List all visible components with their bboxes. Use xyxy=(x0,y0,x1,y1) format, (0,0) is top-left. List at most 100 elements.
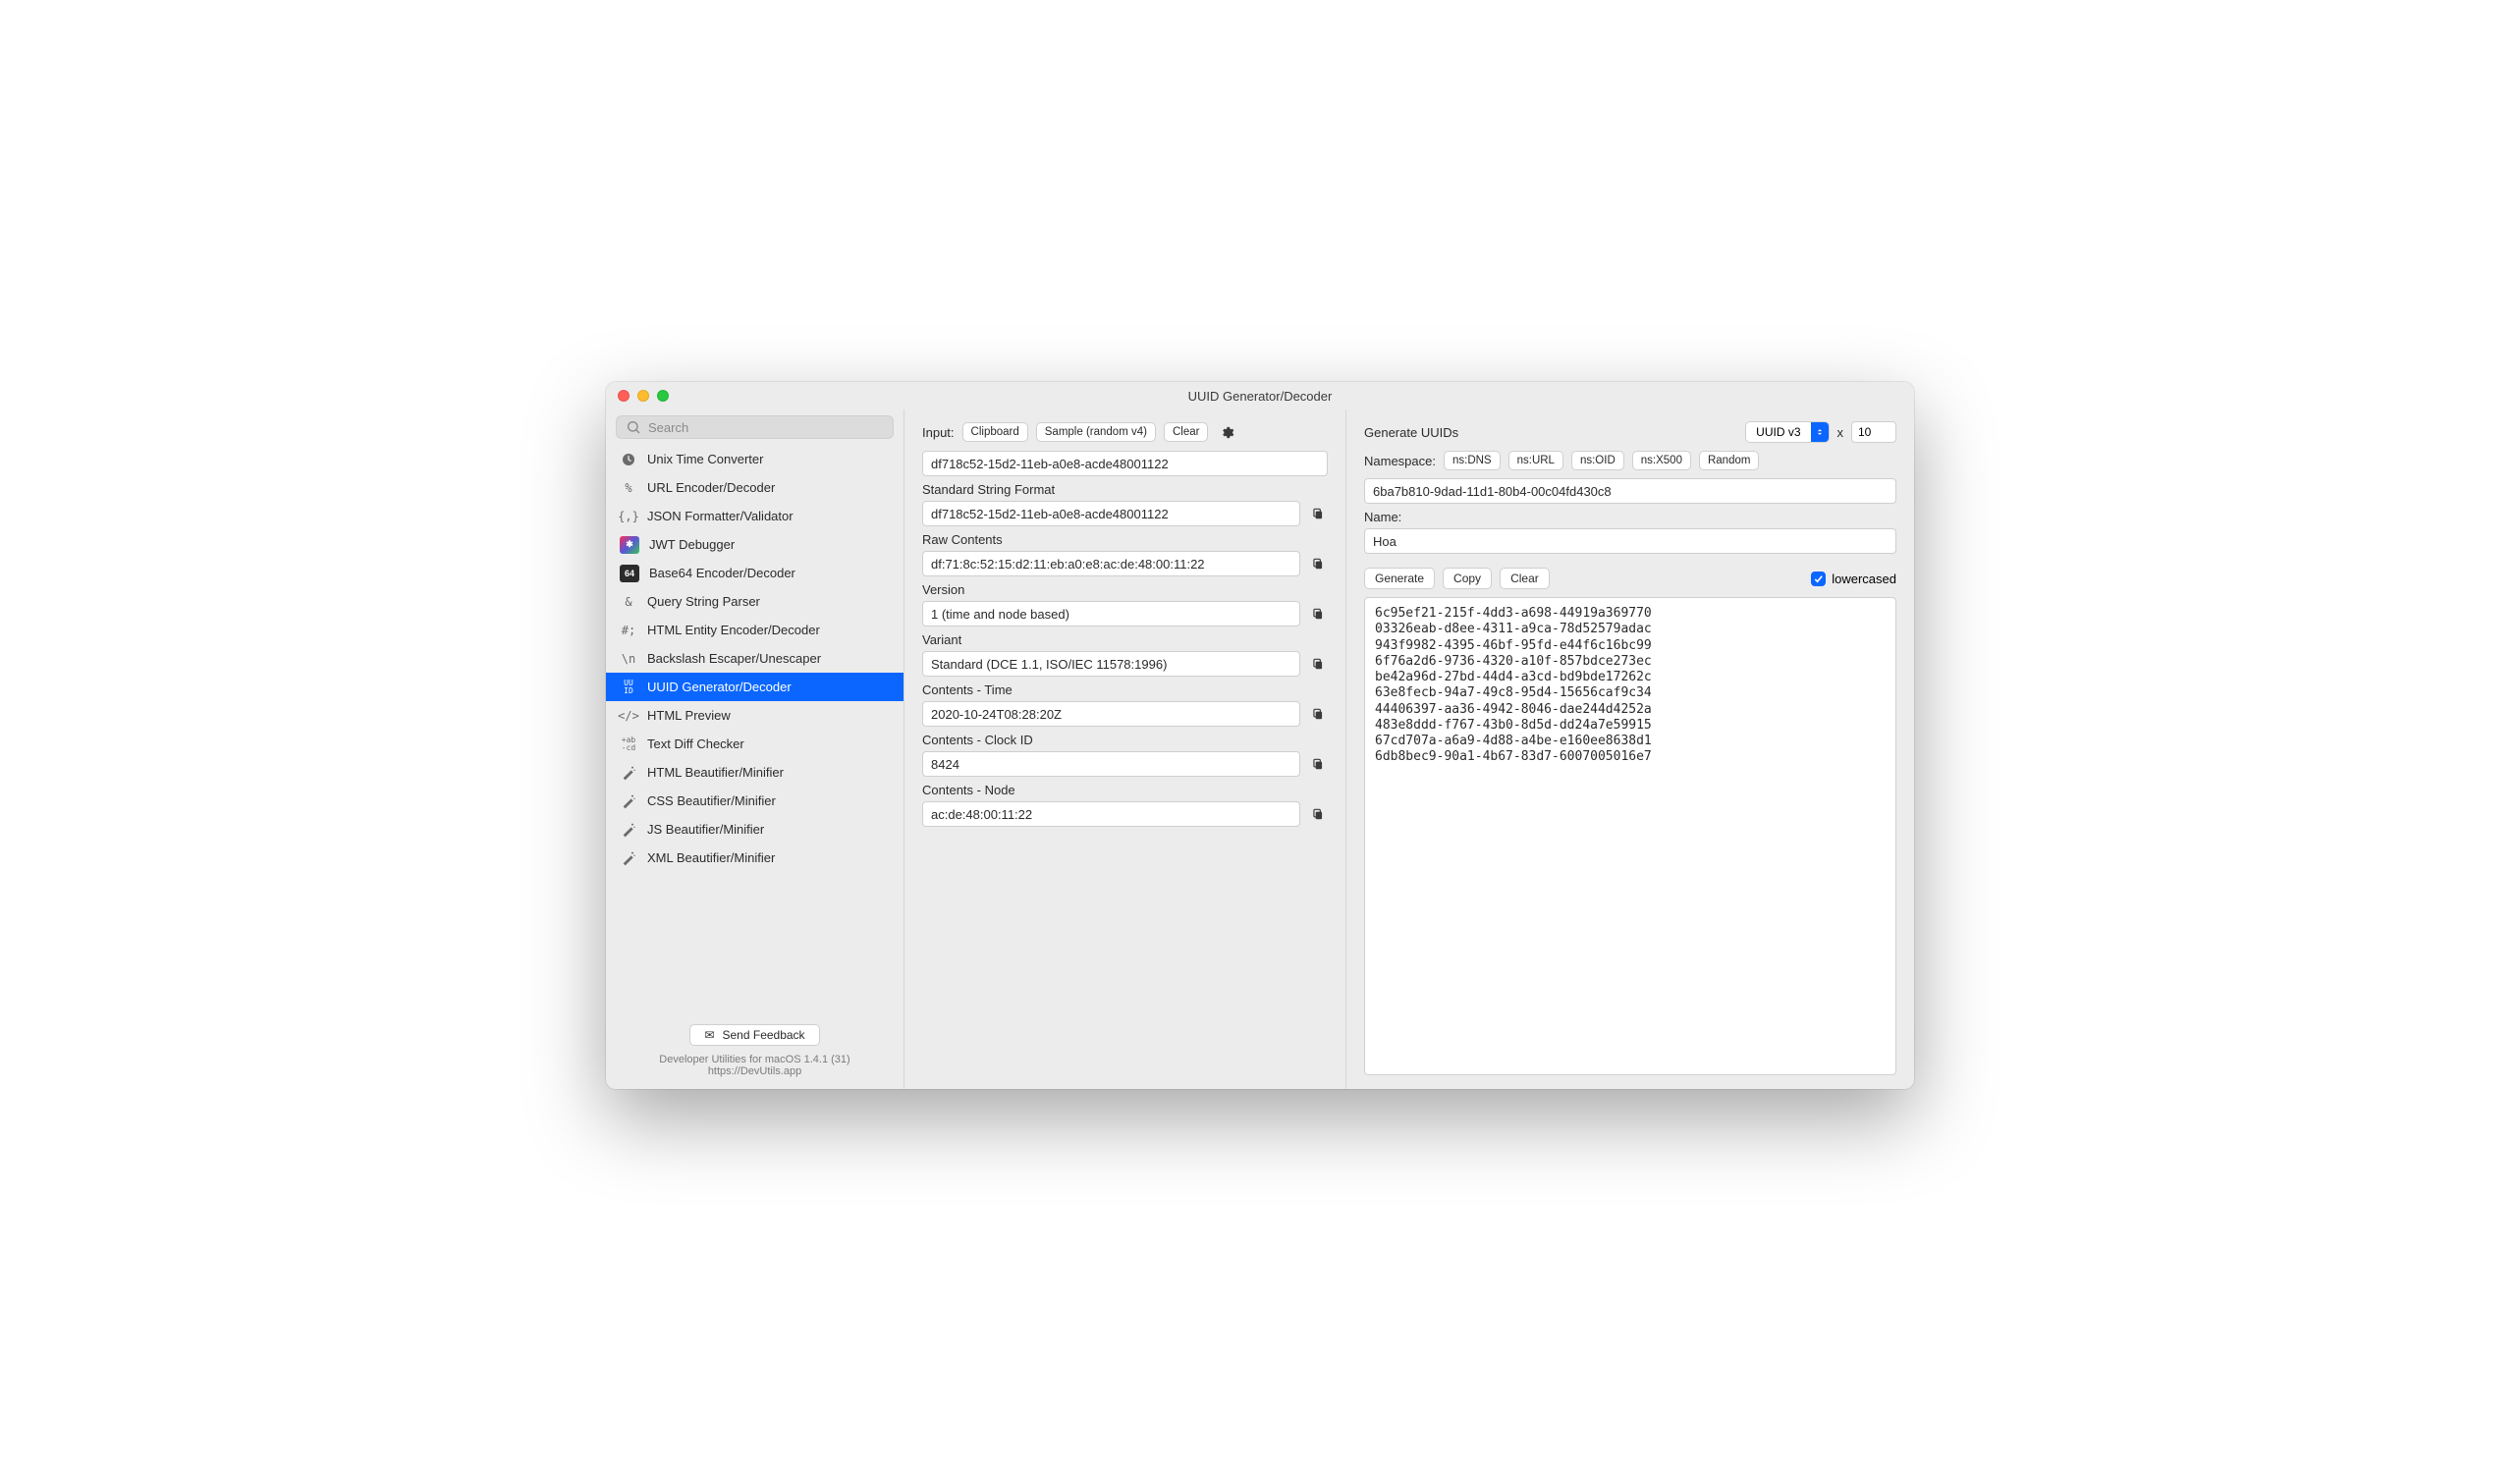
ns-oid-button[interactable]: ns:OID xyxy=(1571,451,1624,470)
close-window-button[interactable] xyxy=(618,390,630,402)
sidebar-item-unix-time[interactable]: Unix Time Converter xyxy=(606,445,904,473)
copy-icon[interactable] xyxy=(1308,553,1328,574)
send-feedback-label: Send Feedback xyxy=(723,1028,805,1042)
sidebar-item-url-encoder[interactable]: % URL Encoder/Decoder xyxy=(606,473,904,502)
sidebar-item-css-beautifier[interactable]: CSS Beautifier/Minifier xyxy=(606,787,904,815)
sidebar-item-label: JWT Debugger xyxy=(649,537,735,552)
sidebar-item-backslash[interactable]: \n Backslash Escaper/Unescaper xyxy=(606,644,904,673)
copy-icon[interactable] xyxy=(1308,603,1328,625)
decoder-field-label: Contents - Clock ID xyxy=(922,733,1328,747)
clock-icon xyxy=(620,451,637,468)
decoder-field-row xyxy=(922,701,1328,727)
decoder-field-value[interactable] xyxy=(922,751,1300,777)
decoder-field-label: Standard String Format xyxy=(922,482,1328,497)
sample-button[interactable]: Sample (random v4) xyxy=(1036,422,1156,442)
main-content: Input: Clipboard Sample (random v4) Clea… xyxy=(904,409,1914,1089)
sidebar-item-label: UUID Generator/Decoder xyxy=(647,680,792,694)
ns-url-button[interactable]: ns:URL xyxy=(1508,451,1563,470)
sidebar-footer: ✉ Send Feedback Developer Utilities for … xyxy=(606,1014,904,1089)
wand-icon xyxy=(620,821,637,839)
generator-pane: Generate UUIDs UUID v3 x Namespace: ns:D… xyxy=(1346,409,1914,1089)
count-field[interactable] xyxy=(1851,421,1896,443)
sidebar-item-base64[interactable]: 64 Base64 Encoder/Decoder xyxy=(606,559,904,587)
minimize-window-button[interactable] xyxy=(637,390,649,402)
input-field[interactable] xyxy=(922,451,1328,476)
mail-icon: ✉ xyxy=(704,1028,714,1042)
decoder-field-value[interactable] xyxy=(922,801,1300,827)
copy-icon[interactable] xyxy=(1308,653,1328,675)
name-field[interactable] xyxy=(1364,528,1896,554)
angle-brackets-icon: </> xyxy=(620,707,637,725)
decoder-field-label: Contents - Time xyxy=(922,682,1328,697)
sidebar-item-label: HTML Preview xyxy=(647,708,731,723)
sidebar-item-label: XML Beautifier/Minifier xyxy=(647,850,775,865)
footer-url: https://DevUtils.app xyxy=(618,1065,892,1077)
copy-icon[interactable] xyxy=(1308,703,1328,725)
generate-button[interactable]: Generate xyxy=(1364,568,1435,589)
zoom-window-button[interactable] xyxy=(657,390,669,402)
sidebar-item-label: Query String Parser xyxy=(647,594,760,609)
decoder-field-value[interactable] xyxy=(922,601,1300,627)
settings-icon[interactable] xyxy=(1216,421,1237,443)
decoder-field-label: Raw Contents xyxy=(922,532,1328,547)
copy-icon[interactable] xyxy=(1308,803,1328,825)
lowercased-checkbox[interactable]: lowercased xyxy=(1811,572,1896,586)
wand-icon xyxy=(620,764,637,782)
x-label: x xyxy=(1837,425,1844,440)
diff-icon: +ab-cd xyxy=(620,736,637,753)
sidebar-item-query-string[interactable]: & Query String Parser xyxy=(606,587,904,616)
sidebar: Unix Time Converter % URL Encoder/Decode… xyxy=(606,409,904,1089)
decoder-field-value[interactable] xyxy=(922,701,1300,727)
decoder-field-value[interactable] xyxy=(922,551,1300,576)
decoder-field-row xyxy=(922,501,1328,526)
clear-output-button[interactable]: Clear xyxy=(1500,568,1550,589)
ns-x500-button[interactable]: ns:X500 xyxy=(1632,451,1691,470)
sidebar-item-html-entity[interactable]: #; HTML Entity Encoder/Decoder xyxy=(606,616,904,644)
checkbox-checked-icon xyxy=(1811,572,1826,586)
decoder-field-value[interactable] xyxy=(922,651,1300,677)
sidebar-item-js-beautifier[interactable]: JS Beautifier/Minifier xyxy=(606,815,904,844)
sidebar-item-json[interactable]: {,} JSON Formatter/Validator xyxy=(606,502,904,530)
sidebar-item-xml-beautifier[interactable]: XML Beautifier/Minifier xyxy=(606,844,904,872)
sidebar-item-label: Text Diff Checker xyxy=(647,736,744,751)
sidebar-item-label: HTML Entity Encoder/Decoder xyxy=(647,623,820,637)
braces-icon: {,} xyxy=(620,508,637,525)
ns-dns-button[interactable]: ns:DNS xyxy=(1444,451,1501,470)
window-title: UUID Generator/Decoder xyxy=(606,389,1914,404)
uuid-icon: UUID xyxy=(620,679,637,696)
sidebar-item-jwt[interactable]: ✱ JWT Debugger xyxy=(606,530,904,559)
wand-icon xyxy=(620,849,637,867)
copy-output-button[interactable]: Copy xyxy=(1443,568,1492,589)
uuid-type-select[interactable]: UUID v3 xyxy=(1745,421,1829,443)
backslash-icon: \n xyxy=(620,650,637,668)
clear-input-button[interactable]: Clear xyxy=(1164,422,1208,442)
sidebar-item-text-diff[interactable]: +ab-cd Text Diff Checker xyxy=(606,730,904,758)
sidebar-item-label: JS Beautifier/Minifier xyxy=(647,822,764,837)
search-field[interactable] xyxy=(616,415,894,439)
chevron-up-down-icon xyxy=(1811,422,1829,442)
sidebar-item-uuid[interactable]: UUID UUID Generator/Decoder xyxy=(606,673,904,701)
ns-random-button[interactable]: Random xyxy=(1699,451,1759,470)
percent-icon: % xyxy=(620,479,637,497)
namespace-field[interactable] xyxy=(1364,478,1896,504)
copy-icon[interactable] xyxy=(1308,753,1328,775)
decoder-field-label: Variant xyxy=(922,632,1328,647)
copy-icon[interactable] xyxy=(1308,503,1328,524)
base64-icon: 64 xyxy=(620,565,639,582)
clipboard-button[interactable]: Clipboard xyxy=(962,422,1028,442)
sidebar-item-label: Backslash Escaper/Unescaper xyxy=(647,651,821,666)
output-textarea[interactable]: 6c95ef21-215f-4dd3-a698-44919a369770 033… xyxy=(1364,597,1896,1075)
sidebar-item-label: CSS Beautifier/Minifier xyxy=(647,793,776,808)
decoder-field-row xyxy=(922,751,1328,777)
hash-icon: #; xyxy=(620,622,637,639)
sidebar-item-html-preview[interactable]: </> HTML Preview xyxy=(606,701,904,730)
decoder-field-label: Contents - Node xyxy=(922,783,1328,797)
search-input[interactable] xyxy=(648,420,885,435)
wand-icon xyxy=(620,792,637,810)
tool-list: Unix Time Converter % URL Encoder/Decode… xyxy=(606,443,904,1014)
namespace-label: Namespace: xyxy=(1364,454,1436,468)
decoder-field-value[interactable] xyxy=(922,501,1300,526)
footer-version: Developer Utilities for macOS 1.4.1 (31) xyxy=(618,1054,892,1065)
send-feedback-button[interactable]: ✉ Send Feedback xyxy=(689,1024,819,1046)
sidebar-item-html-beautifier[interactable]: HTML Beautifier/Minifier xyxy=(606,758,904,787)
